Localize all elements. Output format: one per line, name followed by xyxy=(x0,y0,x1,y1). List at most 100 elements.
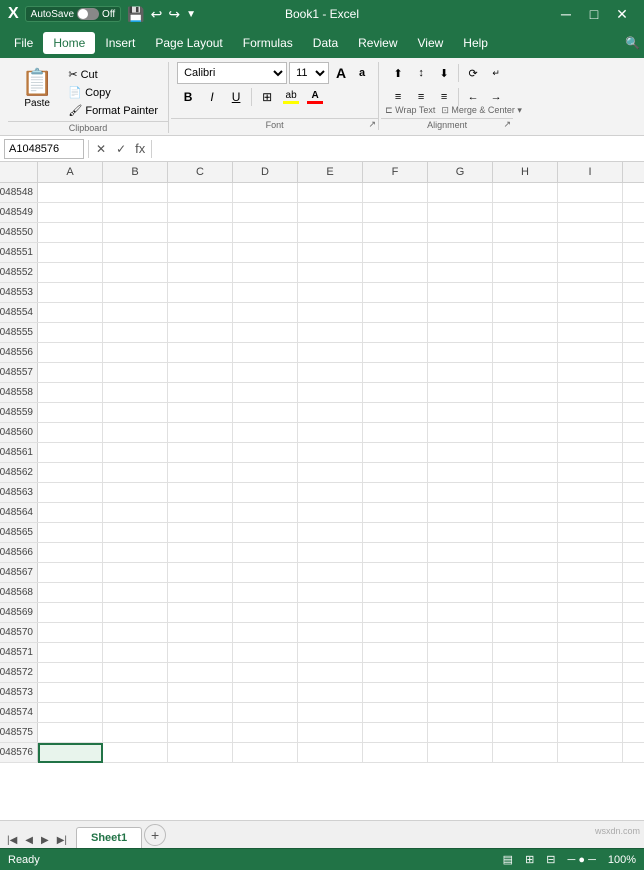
cell[interactable] xyxy=(298,323,363,343)
col-header-a[interactable]: A xyxy=(38,162,103,182)
cell[interactable] xyxy=(428,243,493,263)
col-header-g[interactable]: G xyxy=(428,162,493,182)
cell[interactable] xyxy=(103,683,168,703)
cell[interactable] xyxy=(558,523,623,543)
cell[interactable] xyxy=(38,203,103,223)
cell[interactable] xyxy=(363,283,428,303)
font-size-select[interactable]: 11 xyxy=(289,62,329,84)
cell[interactable] xyxy=(363,643,428,663)
cell[interactable] xyxy=(363,383,428,403)
cell[interactable] xyxy=(233,623,298,643)
cell[interactable] xyxy=(428,743,493,763)
col-header-d[interactable]: D xyxy=(233,162,298,182)
cell[interactable] xyxy=(168,423,233,443)
cell[interactable] xyxy=(428,583,493,603)
cell[interactable] xyxy=(363,663,428,683)
nav-prev-sheet[interactable]: ◀ xyxy=(22,833,36,848)
cell[interactable] xyxy=(558,263,623,283)
cell[interactable] xyxy=(233,363,298,383)
cell[interactable] xyxy=(298,183,363,203)
cell[interactable] xyxy=(168,343,233,363)
cell[interactable] xyxy=(168,203,233,223)
cell[interactable] xyxy=(168,583,233,603)
cell[interactable] xyxy=(38,483,103,503)
cell[interactable] xyxy=(558,223,623,243)
cell[interactable] xyxy=(493,643,558,663)
cell[interactable] xyxy=(558,203,623,223)
cell[interactable] xyxy=(233,263,298,283)
cell[interactable] xyxy=(103,543,168,563)
cell[interactable] xyxy=(558,703,623,723)
cell[interactable] xyxy=(363,583,428,603)
cell[interactable] xyxy=(168,703,233,723)
paste-button[interactable]: 📋 Paste xyxy=(14,62,60,114)
cell[interactable] xyxy=(103,663,168,683)
cell[interactable] xyxy=(298,743,363,763)
cell[interactable] xyxy=(233,443,298,463)
cell[interactable] xyxy=(558,443,623,463)
cell[interactable] xyxy=(233,703,298,723)
cell[interactable] xyxy=(558,403,623,423)
cell[interactable] xyxy=(493,743,558,763)
nav-last-sheet[interactable]: ▶| xyxy=(54,833,70,848)
close-button[interactable]: ✕ xyxy=(608,0,636,28)
cell[interactable] xyxy=(298,343,363,363)
cell[interactable] xyxy=(363,483,428,503)
cell[interactable] xyxy=(103,503,168,523)
cell[interactable] xyxy=(103,343,168,363)
cell[interactable] xyxy=(233,283,298,303)
cell[interactable] xyxy=(298,543,363,563)
cell[interactable] xyxy=(168,623,233,643)
cell[interactable] xyxy=(233,563,298,583)
copy-button[interactable]: 📄 Copy xyxy=(64,84,162,101)
menu-data[interactable]: Data xyxy=(303,32,348,54)
cell[interactable] xyxy=(38,443,103,463)
cell[interactable] xyxy=(558,643,623,663)
cell[interactable] xyxy=(558,183,623,203)
cell[interactable] xyxy=(298,243,363,263)
cell[interactable] xyxy=(428,603,493,623)
cell[interactable] xyxy=(363,723,428,743)
cell[interactable] xyxy=(493,203,558,223)
increase-font-button[interactable]: A xyxy=(331,62,351,84)
cell[interactable] xyxy=(558,463,623,483)
cell[interactable] xyxy=(298,463,363,483)
menu-home[interactable]: Home xyxy=(43,32,95,54)
cell[interactable] xyxy=(428,323,493,343)
cell[interactable] xyxy=(558,343,623,363)
cell[interactable] xyxy=(493,703,558,723)
cell[interactable] xyxy=(493,563,558,583)
cell[interactable] xyxy=(103,603,168,623)
cell[interactable] xyxy=(428,523,493,543)
cell[interactable] xyxy=(428,303,493,323)
font-color-button[interactable]: A xyxy=(304,86,326,108)
cell[interactable] xyxy=(363,543,428,563)
cell[interactable] xyxy=(233,203,298,223)
cell[interactable] xyxy=(38,263,103,283)
cell[interactable] xyxy=(233,183,298,203)
cell[interactable] xyxy=(428,663,493,683)
cell[interactable] xyxy=(103,723,168,743)
menu-insert[interactable]: Insert xyxy=(95,32,145,54)
underline-button[interactable]: U xyxy=(225,86,247,108)
cell[interactable] xyxy=(38,363,103,383)
formula-input[interactable] xyxy=(156,139,640,159)
cell[interactable] xyxy=(168,443,233,463)
cancel-formula-button[interactable]: ✕ xyxy=(93,142,109,156)
cell[interactable] xyxy=(233,243,298,263)
view-page-break-button[interactable]: ⊟ xyxy=(546,853,555,866)
cell[interactable] xyxy=(363,683,428,703)
cell[interactable] xyxy=(38,643,103,663)
cell[interactable] xyxy=(168,463,233,483)
sheet-tab-sheet1[interactable]: Sheet1 xyxy=(76,827,142,848)
cell[interactable] xyxy=(363,743,428,763)
cell[interactable] xyxy=(493,243,558,263)
cell[interactable] xyxy=(298,603,363,623)
cell[interactable] xyxy=(298,523,363,543)
function-icon[interactable]: fx xyxy=(133,141,147,156)
cell[interactable] xyxy=(233,503,298,523)
cell[interactable] xyxy=(168,543,233,563)
cell[interactable] xyxy=(38,683,103,703)
cell[interactable] xyxy=(168,483,233,503)
cell[interactable] xyxy=(428,223,493,243)
